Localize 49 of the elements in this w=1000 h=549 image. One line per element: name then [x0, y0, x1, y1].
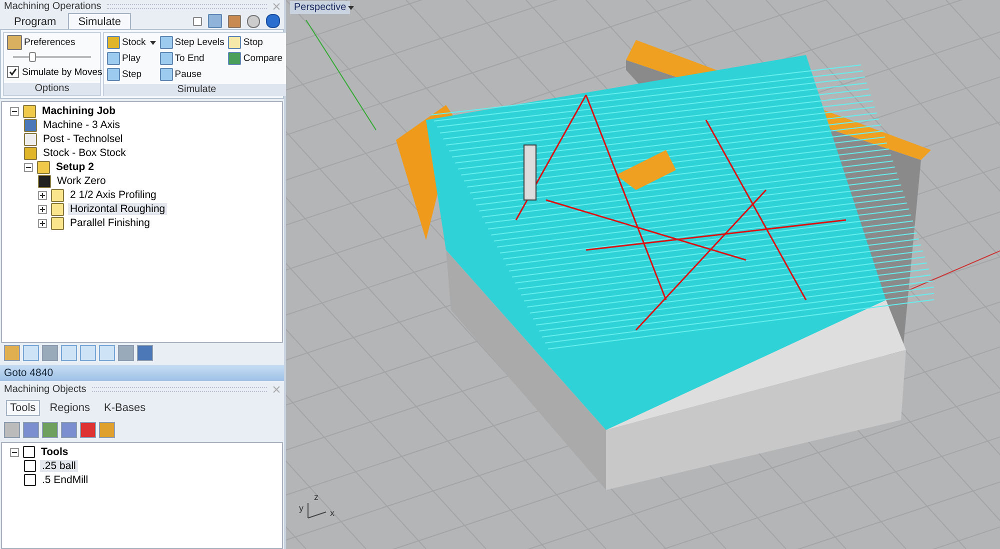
caret-icon — [150, 40, 156, 44]
simulate-button[interactable]: Stock — [107, 35, 156, 50]
3d-viewport[interactable]: Perspective y z x — [286, 0, 1000, 549]
expand-icon[interactable] — [38, 204, 47, 214]
axis-label: z — [314, 492, 318, 502]
axis-label: y — [299, 503, 304, 513]
objects-tab[interactable]: Regions — [46, 400, 94, 416]
tree-item[interactable]: Horizontal Roughing — [68, 203, 168, 215]
tree-item[interactable]: Tools — [39, 446, 70, 458]
tree-item[interactable]: 2 1/2 Axis Profiling — [68, 189, 158, 201]
collapse-icon[interactable] — [10, 106, 19, 116]
tree-item[interactable]: Post - Technolsel — [41, 133, 125, 145]
ribbon-tab[interactable]: Simulate — [68, 13, 131, 29]
axis-triad-icon — [307, 502, 327, 519]
tree-item[interactable]: Work Zero — [55, 175, 108, 187]
tree-item[interactable]: .25 ball — [40, 460, 78, 472]
collapse-icon[interactable] — [10, 448, 19, 456]
caret-icon[interactable] — [348, 6, 354, 10]
expand-icon[interactable] — [38, 190, 47, 200]
simulate-button[interactable]: Stop — [228, 35, 282, 50]
checkbox-label: Simulate by Moves — [22, 66, 102, 78]
simulate-button[interactable]: To End — [160, 51, 224, 66]
expand-icon[interactable] — [38, 218, 47, 228]
slider-thumb[interactable] — [28, 52, 36, 62]
close-icon[interactable] — [273, 386, 280, 393]
tree-item[interactable]: Machine - 3 Axis — [41, 119, 122, 131]
simulate-button[interactable]: Step — [107, 67, 156, 82]
objects-tab[interactable]: Tools — [6, 400, 40, 416]
tree-item[interactable]: .5 EndMill — [40, 474, 90, 486]
simulate-button[interactable]: Compare — [228, 51, 282, 66]
close-icon[interactable] — [273, 3, 280, 10]
objects-tab[interactable]: K-Bases — [100, 400, 150, 416]
ribbon-tab[interactable]: Program — [4, 14, 66, 29]
axis-label: x — [330, 508, 334, 518]
simulate-button[interactable]: Pause — [160, 67, 224, 82]
preferences-button[interactable]: Preferences — [7, 35, 97, 50]
checkbox[interactable] — [7, 66, 19, 78]
tree-item[interactable]: Parallel Finishing — [68, 217, 152, 229]
tree-item[interactable]: Setup 2 — [54, 161, 96, 173]
viewport-label[interactable]: Perspective — [290, 1, 350, 14]
panel-title: Machining Objects — [4, 384, 86, 395]
tree-item[interactable]: Stock - Box Stock — [41, 147, 128, 159]
collapse-icon[interactable] — [24, 162, 33, 172]
group-label: Options — [4, 83, 100, 95]
panel-title: Machining Operations — [4, 1, 102, 12]
simulate-button[interactable]: Step Levels — [160, 35, 224, 50]
simulate-button[interactable]: Play — [107, 51, 156, 66]
tree-item[interactable]: Machining Job — [40, 105, 118, 117]
status-bar: Goto 4840 — [0, 365, 284, 381]
